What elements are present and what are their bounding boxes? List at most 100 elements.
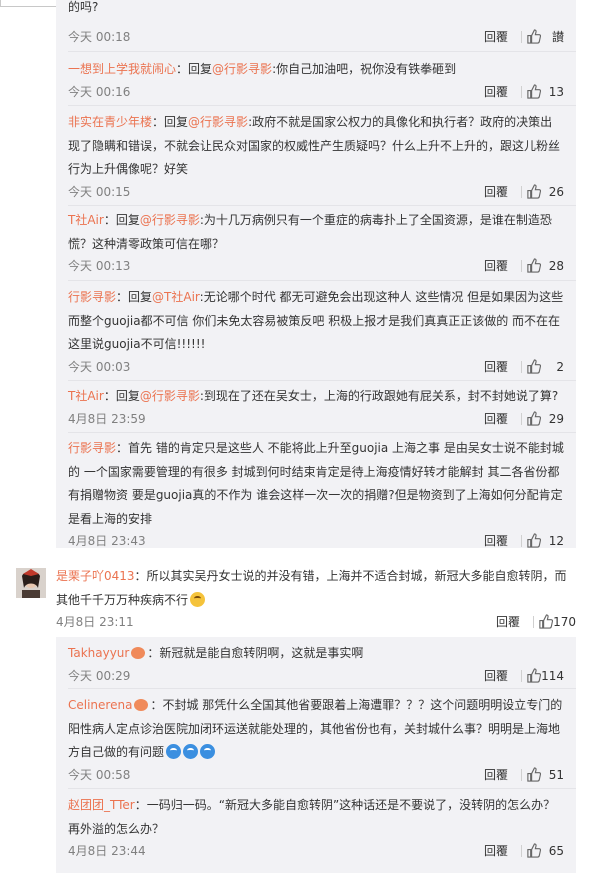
like-count: 讃 (551, 30, 564, 44)
sub-comment: T社Air：回复@行影寻影:为十几万病例只有一个重症的病毒扑上了全国资源，是谁在… (68, 209, 564, 276)
divider (521, 845, 522, 857)
reply-word: 回复 (115, 389, 140, 403)
reply-button[interactable]: 回覆 (484, 357, 508, 377)
like-count: 28 (548, 259, 564, 273)
comment-username[interactable]: 行影寻影 (68, 441, 116, 455)
vip-badge-icon (134, 699, 149, 711)
divider (68, 105, 576, 106)
sub-comment: Celinerena ：不封城 那凭什么全国其他省要跟着上海遭罪？？？这个问题明明… (68, 694, 564, 785)
reply-button[interactable]: 回覆 (484, 27, 508, 47)
thumbs-up-icon[interactable] (526, 358, 541, 374)
vip-badge-icon (131, 647, 146, 659)
reply-button[interactable]: 回覆 (484, 841, 508, 861)
comment-username[interactable]: 是栗子吖0413 (56, 569, 135, 583)
sub-comment: 赵团团_TTer：一码归一码。“新冠大多能自愈转阴”这种话还是不要说了，没转阴的… (68, 794, 564, 861)
mention-link[interactable]: @T社Air (152, 290, 200, 304)
reply-word: 回复 (164, 115, 189, 129)
divider (68, 432, 576, 433)
comment-username[interactable]: T社Air (68, 213, 104, 227)
sub-comment: T社Air：回复@行影寻影:到现在了还在吴女士，上海的行政跟她有屁关系，封不封她… (68, 385, 564, 429)
comment-time: 4月8日 23:43 (68, 534, 146, 548)
mention-link[interactable]: @行影寻影 (140, 389, 200, 403)
reply-word: 回复 (128, 290, 153, 304)
sub-comment: Takhayyur ：新冠就是能自愈转阴啊，这就是事实啊 今天 00:29 回覆 … (68, 642, 564, 686)
comment-time: 今天 00:13 (68, 259, 131, 273)
comment-username[interactable]: 赵团团_TTer (68, 798, 135, 812)
divider (521, 260, 522, 272)
reply-button[interactable]: 回覆 (484, 666, 508, 686)
divider (521, 31, 522, 43)
thumbs-up-icon[interactable] (526, 29, 541, 44)
reply-button[interactable]: 回覆 (484, 82, 508, 102)
reply-button[interactable]: 回覆 (484, 256, 508, 276)
divider (68, 788, 576, 789)
thumbs-up-icon[interactable] (526, 410, 541, 426)
divider (68, 280, 576, 281)
divider (521, 669, 522, 682)
like-count: 13 (548, 84, 564, 99)
comment-text: :到现在了还在吴女士，上海的行政跟她有屁关系，封不封她说了算? (199, 389, 559, 403)
like-count: 26 (548, 184, 564, 199)
reply-word: 回复 (115, 213, 140, 227)
thumbs-up-icon[interactable] (538, 614, 553, 629)
thumbs-up-icon[interactable] (526, 843, 541, 858)
divider (68, 380, 576, 381)
comment-text: ：一码归一码。“新冠大多能自愈转阴”这种话还是不要说了，没转阴的怎么办？再外溢的… (68, 798, 556, 836)
comment-username[interactable]: 非实在青少年楼 (68, 115, 152, 129)
reply-button[interactable]: 回覆 (484, 409, 508, 429)
divider (521, 85, 522, 98)
crying-emoji-icon (200, 744, 216, 759)
comment-meta: 今天 00:18 回覆 讃 (68, 27, 564, 47)
divider (533, 616, 534, 628)
comment-text: :你自己加油吧，祝你没有铁拳砸到 (272, 62, 457, 76)
mention-link[interactable]: @行影寻影 (140, 213, 200, 227)
mention-link[interactable]: @行影寻影 (212, 62, 272, 76)
like-count: 114 (541, 668, 564, 683)
comment-time: 4月8日 23:11 (56, 615, 134, 629)
comment-username[interactable]: 行影寻影 (68, 290, 116, 304)
thumbs-up-icon[interactable] (526, 83, 541, 99)
comment-time: 今天 00:58 (68, 767, 131, 782)
comment-username[interactable]: Celinerena (68, 698, 132, 712)
reply-button[interactable]: 回覆 (484, 182, 508, 202)
comment-text: ：首先 错的肯定只是这些人 不能将此上升至guojia 上海之事 是由吴女士说不… (68, 441, 564, 526)
like-count: 51 (548, 767, 564, 782)
crying-emoji-icon (166, 744, 182, 759)
comment-username[interactable]: Takhayyur (68, 646, 129, 660)
thumbs-up-icon[interactable] (526, 667, 541, 683)
avatar[interactable] (16, 568, 46, 598)
like-count: 29 (548, 411, 564, 426)
sub-comment: 行影寻影：回复@T社Air:无论哪个时代 都无可避免会出现这种人 这些情况 但是… (68, 286, 564, 377)
reply-word: 回复 (188, 62, 213, 76)
reply-button[interactable]: 回覆 (484, 765, 508, 785)
sub-comment: 的吗? (68, 0, 564, 14)
divider (68, 688, 576, 689)
main-comment: 是栗子吖0413：所以其实吴丹女士说的并没有错，上海并不适合封城，新冠大多能自愈… (56, 565, 576, 632)
comment-thread: 的吗? 今天 00:18 回覆 讃 一想到上学我就闹心：回复@行影寻影:你自己加… (0, 0, 597, 873)
comment-username[interactable]: T社Air (68, 389, 104, 403)
comment-time: 4月8日 23:59 (68, 411, 146, 426)
divider (521, 360, 522, 373)
reply-button[interactable]: 回覆 (484, 531, 508, 551)
thumbs-up-icon[interactable] (526, 183, 541, 199)
comment-text: ：新冠就是能自愈转阴啊，这就是事实啊 (147, 646, 364, 660)
divider (521, 185, 522, 198)
thumbs-up-icon[interactable] (526, 766, 541, 782)
comment-time: 今天 00:15 (68, 184, 131, 199)
reply-button[interactable]: 回覆 (496, 612, 520, 632)
thumbs-up-icon[interactable] (526, 533, 541, 548)
like-count: 2 (556, 359, 564, 374)
comment-time: 今天 00:29 (68, 668, 131, 683)
comment-text: 的吗? (68, 0, 99, 14)
divider (68, 205, 576, 206)
mention-link[interactable]: @行影寻影 (188, 115, 248, 129)
like-count: 170 (553, 615, 576, 629)
divider (68, 51, 576, 52)
sub-comment: 非实在青少年楼：回复@行影寻影:政府不就是国家公权力的具像化和执行者？政府的决策… (68, 111, 564, 202)
comment-time: 今天 00:18 (68, 30, 131, 44)
like-count: 65 (548, 844, 564, 858)
crying-emoji-icon (183, 744, 199, 759)
thumbs-up-icon[interactable] (526, 258, 541, 273)
comment-username[interactable]: 一想到上学我就闹心 (68, 62, 176, 76)
divider (521, 768, 522, 781)
